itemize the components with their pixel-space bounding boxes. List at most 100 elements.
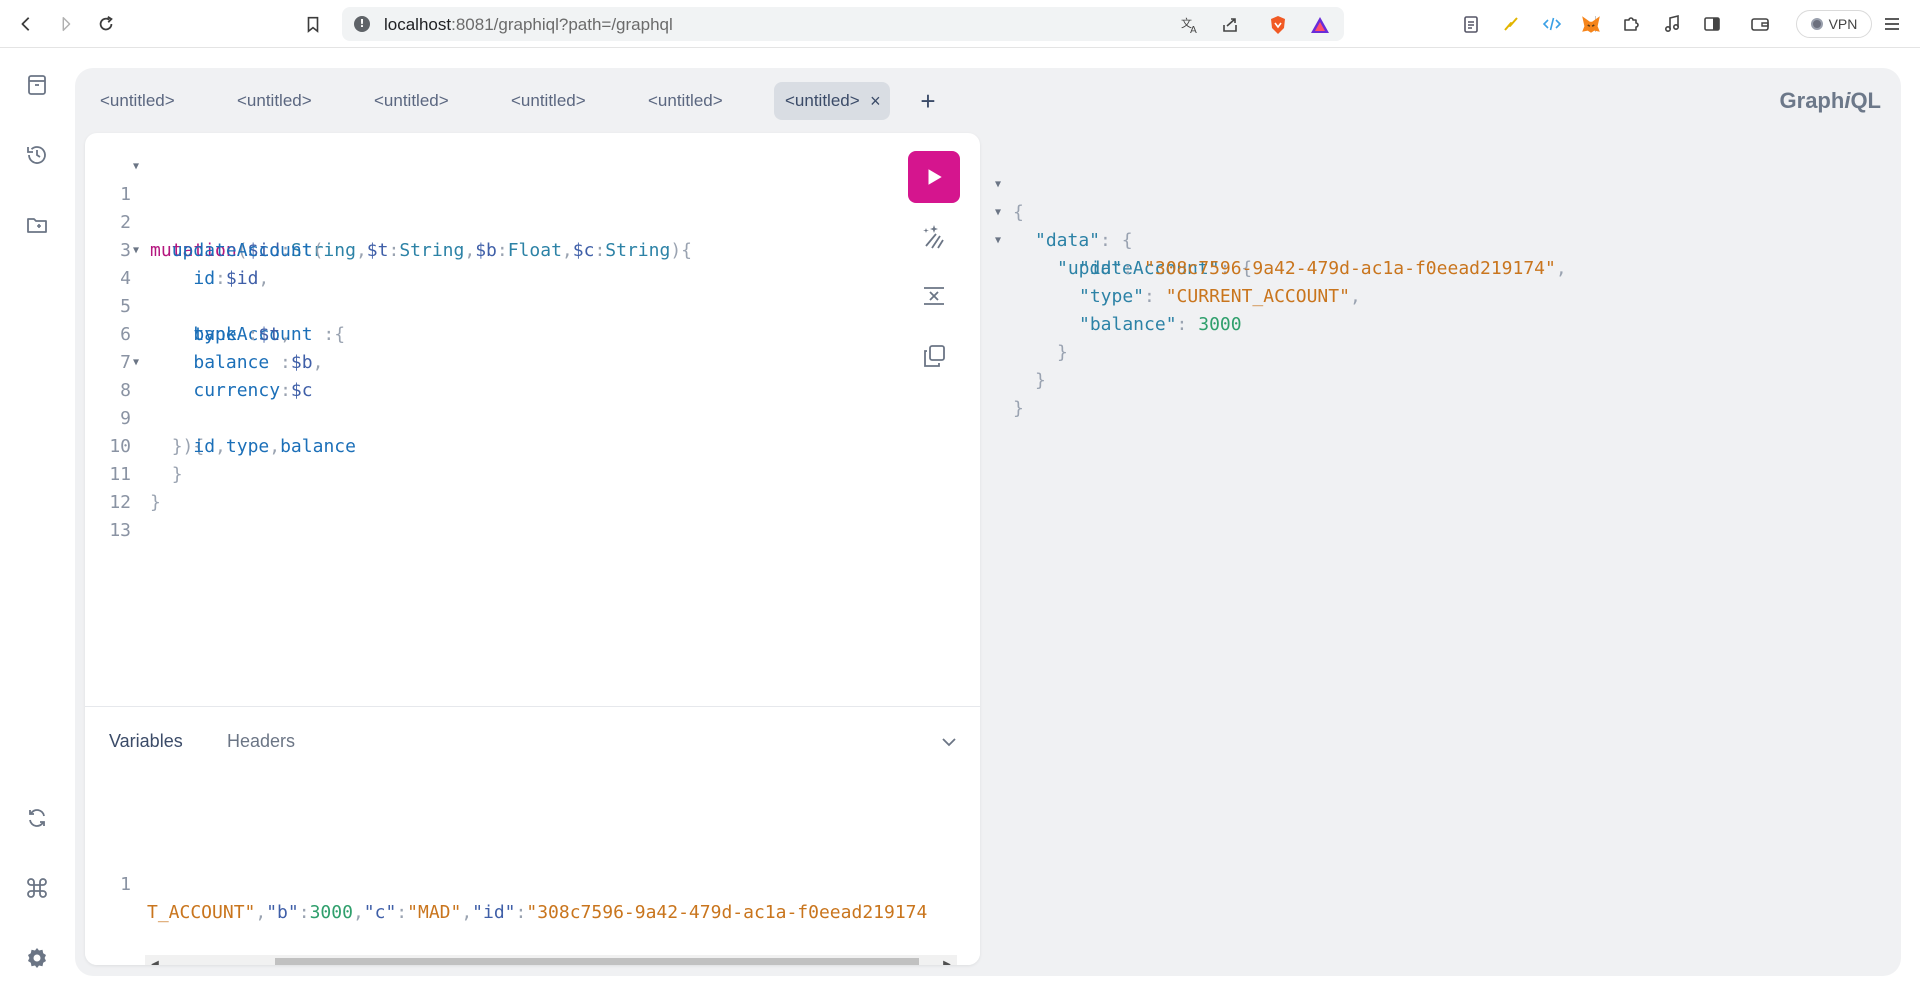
tab-untitled-6-active[interactable]: <untitled> × (774, 82, 890, 120)
tab-untitled-3[interactable]: <untitled> (363, 82, 460, 120)
tab-untitled-4[interactable]: <untitled> (500, 82, 597, 120)
json-number: 3000 (1198, 314, 1242, 335)
tab-variables[interactable]: Variables (109, 731, 183, 752)
punctuation: , (355, 240, 367, 261)
back-icon[interactable] (12, 10, 40, 38)
shortcuts-icon[interactable] (22, 873, 52, 903)
scrollbar-thumb[interactable] (275, 958, 919, 965)
address-bar[interactable]: ! localhost:8081/graphiql?path=/graphql … (342, 7, 1596, 41)
field-name: updateAccount (171, 240, 313, 261)
punctuation: : (1122, 258, 1145, 279)
prettify-button[interactable] (919, 221, 949, 251)
sidebar-toggle-icon[interactable] (1701, 13, 1723, 35)
json-key: "balance" (1079, 314, 1177, 335)
copy-icon (924, 345, 945, 367)
merge-icon (924, 287, 944, 305)
translate-icon[interactable]: 文A (1180, 15, 1200, 35)
bookmark-icon[interactable] (299, 10, 327, 38)
add-tab-button[interactable]: + (913, 82, 943, 120)
settings-icon[interactable] (22, 943, 52, 973)
field-name: type (225, 436, 270, 457)
code-line: 5 type :$t, (85, 265, 291, 345)
media-icon[interactable] (1661, 13, 1683, 35)
scroll-right-icon[interactable]: ▶ (937, 955, 957, 965)
merge-fragments-button[interactable] (919, 281, 949, 311)
type-name: String (605, 240, 671, 261)
url-text[interactable]: localhost:8081/graphiql?path=/graphql (384, 15, 673, 35)
brave-shields-icon[interactable] (1268, 15, 1288, 35)
horizontal-scrollbar[interactable]: ◀ ▶ (145, 955, 957, 965)
code-line: 1 ▼ mutation($id:String,$t:String,$b:Flo… (85, 153, 692, 261)
history-icon[interactable] (22, 140, 52, 170)
notes-extension-icon[interactable] (1460, 13, 1482, 35)
query-editor[interactable]: 1 ▼ mutation($id:String,$t:String,$b:Flo… (85, 153, 692, 541)
play-icon (928, 169, 942, 185)
chevron-down-icon[interactable] (940, 733, 958, 751)
code-line: 11 } (85, 433, 172, 513)
code-line: 6 balance :$b, (85, 293, 323, 373)
punctuation: , (464, 240, 476, 261)
scroll-left-icon[interactable]: ◀ (145, 955, 165, 965)
tab-label: <untitled> (785, 91, 860, 110)
vpn-button[interactable]: VPN (1796, 10, 1872, 38)
punctuation: : (515, 902, 527, 923)
tab-label: <untitled> (100, 91, 175, 110)
prettify-icon (923, 225, 944, 249)
code-line: 9 id,type,balance (85, 377, 356, 457)
wallet-icon[interactable] (1749, 13, 1771, 35)
menu-icon[interactable] (1881, 13, 1903, 35)
punctuation: ){ (670, 240, 692, 261)
result-line: ▼ "data": { (995, 171, 1133, 251)
result-line: "balance": 3000 (995, 283, 1242, 335)
fold-arrow-icon[interactable]: ▼ (133, 349, 139, 377)
lightning-extension-icon[interactable] (1500, 13, 1522, 35)
variable: $b (290, 352, 313, 373)
refetch-schema-icon[interactable] (22, 803, 52, 833)
code-line: 10 } (85, 405, 182, 485)
reload-icon[interactable] (92, 10, 120, 38)
tab-untitled-1[interactable]: <untitled> (89, 82, 186, 120)
json-key: "type" (1079, 286, 1145, 307)
documentation-icon[interactable] (22, 70, 52, 100)
line-number: 13 (109, 520, 131, 541)
copy-query-button[interactable] (919, 341, 949, 371)
tab-headers[interactable]: Headers (227, 731, 295, 752)
graphiql-main: <untitled> <untitled> <untitled> <untitl… (75, 68, 1901, 976)
punctuation: , (269, 436, 281, 457)
json-string: "308c7596-9a42-479d-ac1a-f0eead219174 (526, 902, 928, 923)
query-editor-card: 1 ▼ mutation($id:String,$t:String,$b:Flo… (85, 133, 980, 965)
argument-name: currency (193, 380, 281, 401)
json-key: "c" (363, 902, 397, 923)
json-key: "id" (472, 902, 516, 923)
close-tab-icon[interactable]: × (870, 82, 881, 120)
logo-part: QL (1850, 88, 1881, 113)
code-line: 3 id:$id, (85, 209, 269, 289)
code-line: 2 updateAccount( (85, 181, 323, 261)
code-extension-icon[interactable] (1541, 13, 1563, 35)
brave-rewards-icon[interactable] (1310, 15, 1330, 35)
tab-untitled-2[interactable]: <untitled> (226, 82, 323, 120)
browser-toolbar: ! localhost:8081/graphiql?path=/graphql … (0, 0, 1920, 48)
tab-untitled-5[interactable]: <untitled> (637, 82, 734, 120)
variables-editor[interactable]: 1 T_ACCOUNT","b":3000,"c":"MAD","id":"30… (85, 787, 980, 927)
site-info-icon[interactable]: ! (354, 16, 370, 32)
extensions-puzzle-icon[interactable] (1620, 13, 1642, 35)
share-icon[interactable] (1220, 15, 1240, 35)
graphiql-sidebar (0, 48, 75, 993)
forward-icon[interactable] (52, 10, 80, 38)
fold-arrow-icon[interactable]: ▼ (133, 153, 139, 181)
punctuation: , (1349, 286, 1361, 307)
metamask-icon[interactable] (1580, 13, 1602, 35)
explorer-icon[interactable] (22, 210, 52, 240)
result-line: ▼ { (995, 143, 1060, 223)
execute-query-button[interactable] (908, 151, 960, 203)
code-line: 12 (85, 461, 172, 513)
vpn-label: VPN (1828, 16, 1858, 32)
punctuation: : (269, 352, 291, 373)
punctuation: : (496, 240, 508, 261)
punctuation: , (461, 902, 473, 923)
logo-part: Graph (1779, 88, 1845, 113)
json-string: "CURRENT_ACCOUNT" (1165, 286, 1350, 307)
punctuation: , (255, 902, 267, 923)
fold-arrow-icon[interactable]: ▼ (133, 237, 139, 265)
